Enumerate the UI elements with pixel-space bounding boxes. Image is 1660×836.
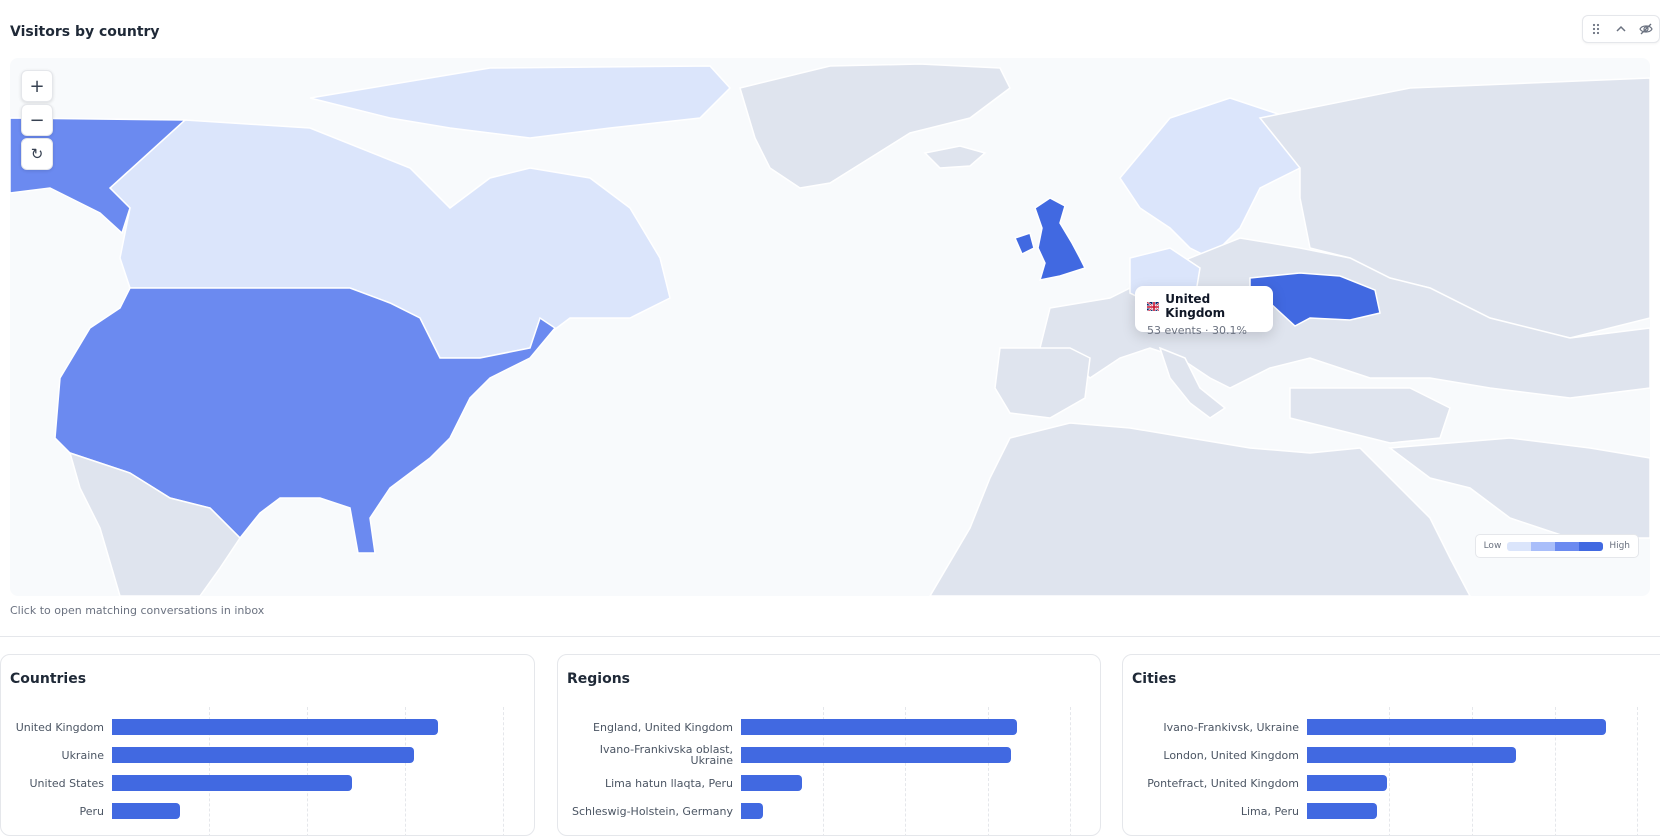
ireland-shape xyxy=(1013,232,1035,256)
tooltip-stats: 53 events · 30.1% xyxy=(1147,324,1247,337)
eye-off-icon[interactable] xyxy=(1636,19,1656,39)
bar-label: London, United Kingdom xyxy=(1163,748,1299,762)
bar[interactable] xyxy=(1307,803,1377,819)
bar-row[interactable]: Ukraine xyxy=(1,743,534,767)
bar-row[interactable]: United Kingdom xyxy=(1,715,534,739)
regions-card: Regions England, United Kingdom Ivano-Fra… xyxy=(557,654,1101,836)
bar-label: England, United Kingdom xyxy=(593,720,733,734)
cities-card: Cities Ivano-Frankivsk, Ukraine London, U… xyxy=(1122,654,1660,836)
map-legend: Low High xyxy=(1474,534,1639,558)
legend-gradient xyxy=(1507,541,1604,551)
bar-row[interactable]: Lima hatun llaqta, Peru xyxy=(558,771,1100,795)
countries-card: Countries United Kingdom Ukraine United St… xyxy=(0,654,535,836)
bar[interactable] xyxy=(1307,719,1606,735)
bar[interactable] xyxy=(1307,775,1387,791)
map-canvas[interactable] xyxy=(10,58,1650,596)
bar-label: Ivano-Frankivsk, Ukraine xyxy=(1163,720,1299,734)
zoom-in-button[interactable]: + xyxy=(21,70,53,102)
panel-controls xyxy=(1582,15,1660,43)
bar-label: United Kingdom xyxy=(15,720,104,734)
bar-row[interactable]: Ivano-Frankivsk, Ukraine xyxy=(1123,715,1660,739)
bar-row[interactable]: Ivano-Frankivska oblast, Ukraine xyxy=(558,743,1100,767)
iberia-shape xyxy=(994,347,1091,419)
bar[interactable] xyxy=(1307,747,1516,763)
card-title: Countries xyxy=(10,671,87,687)
zoom-out-button[interactable]: − xyxy=(21,104,53,136)
turkey-shape xyxy=(1289,387,1451,444)
bar-label: Lima, Peru xyxy=(1240,804,1299,818)
africa-shape xyxy=(929,422,1471,596)
bar-row[interactable]: Schleswig-Holstein, Germany xyxy=(558,799,1100,823)
uk-shape xyxy=(1034,197,1087,281)
panel-title: Visitors by country xyxy=(10,24,160,40)
bar-label: Ukraine xyxy=(61,748,104,762)
bar[interactable] xyxy=(741,747,1011,763)
bar[interactable] xyxy=(112,803,180,819)
bar[interactable] xyxy=(741,775,802,791)
bar[interactable] xyxy=(112,747,414,763)
bar-row[interactable]: Peru xyxy=(1,799,534,823)
bar-label: United States xyxy=(29,776,105,790)
bar-label: Lima hatun llaqta, Peru xyxy=(605,776,733,790)
bar-label: Ivano-Frankivska oblast, Ukraine xyxy=(599,743,733,767)
card-title: Cities xyxy=(1132,671,1177,687)
card-title: Regions xyxy=(567,671,631,687)
bar-label: Peru xyxy=(79,804,104,818)
bar-label: Pontefract, United Kingdom xyxy=(1147,776,1299,790)
world-map[interactable]: + − ↻ United Kingdom 53 events · 30.1% L… xyxy=(10,58,1650,596)
map-caption: Click to open matching conversations in … xyxy=(10,604,265,617)
bar-row[interactable]: Lima, Peru xyxy=(1123,799,1660,823)
country-tooltip: United Kingdom 53 events · 30.1% xyxy=(1135,286,1273,337)
bar-row[interactable]: England, United Kingdom xyxy=(558,715,1100,739)
tooltip-title: United Kingdom xyxy=(1147,292,1261,320)
iceland-shape xyxy=(923,145,987,169)
arctic-islands xyxy=(309,65,732,139)
bar[interactable] xyxy=(112,719,438,735)
reset-view-button[interactable]: ↻ xyxy=(21,138,53,170)
tooltip-country: United Kingdom xyxy=(1165,292,1226,320)
reset-icon: ↻ xyxy=(30,145,44,163)
minus-icon: − xyxy=(29,109,45,131)
map-panel: Visitors by country + − ↻ United Kingdom… xyxy=(0,8,1660,637)
chevron-up-icon[interactable] xyxy=(1611,19,1631,39)
plus-icon: + xyxy=(29,75,45,97)
legend-high-label: High xyxy=(1609,541,1630,551)
bar[interactable] xyxy=(112,775,352,791)
bar[interactable] xyxy=(741,719,1017,735)
bar-row[interactable]: London, United Kingdom xyxy=(1123,743,1660,767)
greenland-shape xyxy=(739,63,1011,189)
drag-handle-icon[interactable] xyxy=(1586,19,1606,39)
bar-row[interactable]: Pontefract, United Kingdom xyxy=(1123,771,1660,795)
bar-row[interactable]: United States xyxy=(1,771,534,795)
bar[interactable] xyxy=(741,803,763,819)
legend-low-label: Low xyxy=(1483,541,1502,551)
uk-flag-icon xyxy=(1147,301,1160,311)
bar-label: Schleswig-Holstein, Germany xyxy=(571,804,733,818)
